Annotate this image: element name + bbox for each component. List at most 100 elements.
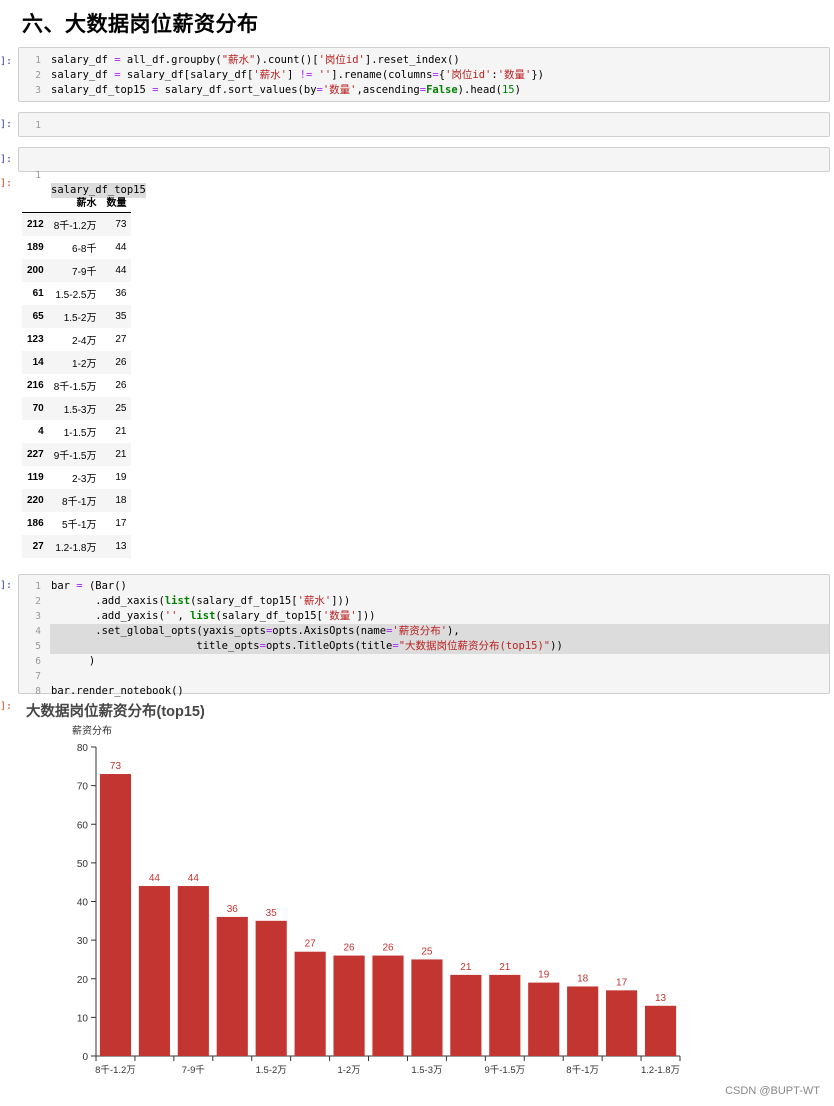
code-token: }) (531, 69, 545, 81)
data-label: 17 (616, 977, 628, 988)
input-prompt: ]: (0, 56, 13, 67)
code-token: .add_xaxis( (51, 595, 165, 607)
code-line: 4 .set_global_opts(yaxis_opts=opts.AxisO… (35, 624, 829, 639)
code-token: ) (51, 655, 96, 667)
code-token: != (299, 69, 313, 81)
data-label: 73 (110, 761, 122, 772)
code-text: .add_yaxis('', list(salary_df_top15['数量'… (51, 609, 375, 624)
line-number: 3 (35, 611, 41, 622)
code-token: ), (447, 625, 460, 637)
y-tick-label: 60 (77, 820, 89, 831)
code-cell-groupby[interactable]: 1 salary_df = all_df.groupby("薪水").count(… (18, 47, 830, 102)
code-token: False (426, 84, 458, 96)
dataframe-table: 薪水 数量 212 8千-1.2万 73 189 6-8千 44 200 7-9千 44 61 1.… (22, 190, 132, 558)
row-index: 216 (27, 380, 44, 391)
table-row: 4 1-1.5万 21 (22, 420, 131, 443)
code-token: '数量' (497, 69, 532, 81)
data-label: 21 (460, 962, 472, 973)
bar (489, 974, 521, 1056)
x-tick-label: 1-2万 (337, 1065, 360, 1076)
cell-salary: 1.2-1.8万 (55, 543, 97, 554)
code-token: '岗位id' (445, 69, 492, 81)
code-token: '薪水' (253, 69, 287, 81)
cell-count: 44 (115, 265, 127, 276)
data-label: 26 (382, 943, 394, 954)
row-index: 14 (32, 357, 44, 368)
code-text: salary_df_top15 = salary_df.sort_values(… (51, 83, 521, 98)
x-tick-label: 8千-1万 (566, 1065, 599, 1076)
y-tick-label: 80 (77, 743, 89, 754)
code-cell-empty[interactable]: 1 (18, 112, 830, 137)
code-token: , (177, 610, 191, 622)
table-header-row: 薪水 数量 (22, 190, 132, 213)
code-text: salary_df = salary_df[salary_df['薪水'] !=… (51, 68, 544, 83)
code-token: '薪资分布' (392, 625, 448, 637)
bar (644, 1005, 677, 1056)
code-token: ).head( (457, 84, 502, 96)
code-token: opts.AxisOpts(name (272, 625, 387, 637)
code-cell-display-top15[interactable]: 1 salary_df_top15 (18, 147, 830, 198)
code-token: salary_df.sort_values(by (158, 84, 317, 96)
y-tick-label: 50 (77, 859, 89, 870)
line-number: 1 (35, 581, 41, 592)
row-index: 119 (27, 472, 44, 483)
y-tick-label: 10 (77, 1013, 89, 1024)
table-row: 212 8千-1.2万 73 (22, 212, 132, 236)
data-label: 13 (655, 993, 667, 1004)
code-token: list (164, 595, 191, 607)
code-text: ) (51, 654, 95, 669)
code-token: title_opts (51, 640, 260, 652)
cell-count: 26 (115, 380, 127, 391)
column-header-count: 数量 (101, 190, 132, 213)
code-token: ].reset_index() (364, 54, 460, 66)
cell-count: 44 (115, 242, 127, 253)
output-prompt: ]: (0, 701, 13, 712)
cell-count: 17 (115, 518, 127, 529)
code-text: .set_global_opts(yaxis_opts=opts.AxisOpt… (51, 624, 460, 639)
line-number: 1 (35, 55, 41, 66)
cell-count: 18 (115, 495, 127, 506)
cell-salary: 1-2万 (72, 359, 97, 370)
line-number: 6 (35, 656, 41, 667)
cell-count: 25 (115, 403, 127, 414)
table-row: 227 9千-1.5万 21 (22, 443, 132, 466)
code-token: '数量' (322, 84, 357, 96)
code-token: '薪水' (297, 595, 332, 607)
table-row: 61 1.5-2.5万 36 (22, 282, 131, 305)
code-token: bar.render_notebook() (51, 685, 184, 697)
bar (294, 951, 326, 1056)
data-label: 26 (344, 943, 356, 954)
x-tick-label: 1.2-1.8万 (641, 1065, 680, 1076)
code-token: "大数据岗位薪资分布(top15)" (398, 640, 551, 652)
row-index: 123 (27, 334, 44, 345)
cell-salary: 7-9千 (72, 267, 97, 278)
line-number: 7 (35, 671, 41, 682)
code-token: '' (164, 610, 178, 622)
section-heading: 六、大数据岗位薪资分布 (22, 12, 259, 36)
bar (411, 959, 443, 1056)
data-label: 44 (188, 873, 200, 884)
line-number: 1 (35, 120, 41, 131)
table-row: 119 2-3万 19 (22, 466, 131, 489)
bar (138, 886, 170, 1056)
y-axis-label: 薪资分布 (72, 725, 112, 737)
index-header (22, 190, 49, 213)
code-token: opts.TitleOpts(title (265, 640, 393, 652)
code-token: '岗位id' (318, 54, 365, 66)
row-index: 227 (27, 449, 44, 460)
code-token: ,ascending (356, 84, 420, 96)
code-text: bar.render_notebook() (51, 684, 184, 699)
data-label: 35 (266, 908, 278, 919)
table-row: 200 7-9千 44 (22, 259, 132, 282)
table-row: 14 1-2万 26 (22, 351, 132, 374)
code-token: ] (286, 69, 300, 81)
data-label: 18 (577, 973, 589, 984)
bar (333, 955, 365, 1056)
row-index: 200 (27, 265, 44, 276)
code-cell-bar-chart[interactable]: 1 bar = (Bar() 2 .add_xaxis(list(salary_df… (18, 574, 830, 697)
code-token: "薪水" (221, 54, 256, 66)
code-token: salary_df (51, 54, 115, 66)
row-index: 65 (32, 311, 44, 322)
bar (567, 986, 599, 1056)
code-token: salary_df (51, 69, 115, 81)
